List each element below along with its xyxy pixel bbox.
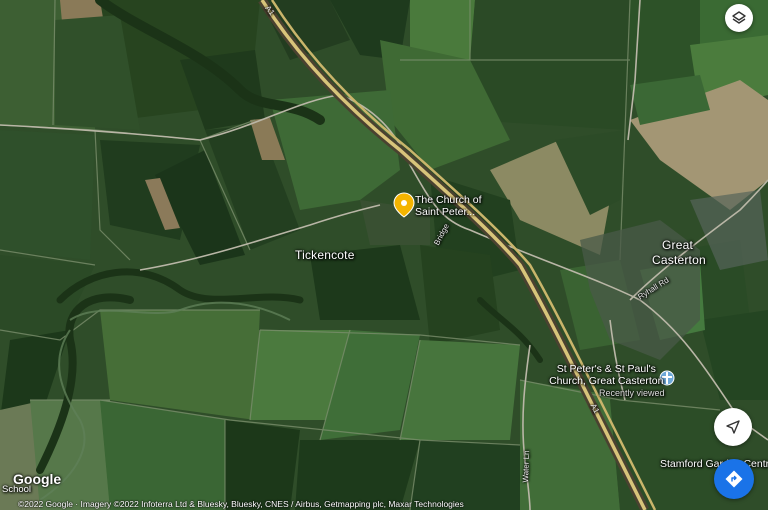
church-saint-peter-label[interactable]: The Church of Saint Peter... (415, 194, 482, 218)
navigation-arrow-icon (726, 420, 740, 434)
stamford-garden-label[interactable]: Stamford Garden Centre (660, 458, 768, 470)
map-attribution: ©2022 Google · Imagery ©2022 Infoterra L… (18, 499, 464, 509)
st-peters-label[interactable]: St Peter's & St Paul's Church, Great Cas… (548, 363, 665, 399)
church-label-line2: Saint Peter... (415, 206, 476, 218)
road-water-ln: Water Ln (521, 450, 532, 483)
directions-button[interactable] (714, 459, 754, 499)
st-peters-recently-viewed: Recently viewed (599, 388, 665, 398)
layers-button[interactable] (725, 4, 753, 32)
st-peters-line2: Church, Great Casterton (549, 375, 664, 387)
layers-icon (732, 11, 746, 24)
google-logo: Google (13, 471, 62, 487)
directions-icon (725, 470, 743, 488)
my-location-button[interactable] (714, 408, 752, 446)
place-tickencote[interactable]: Tickencote (295, 248, 355, 262)
st-peters-line1: St Peter's & St Paul's (556, 363, 656, 375)
place-great-casterton[interactable]: Great Casterton (652, 238, 706, 268)
great-casterton-line2: Casterton (652, 253, 706, 267)
great-casterton-line1: Great (662, 238, 694, 252)
church-label-line1: The Church of (415, 194, 482, 206)
